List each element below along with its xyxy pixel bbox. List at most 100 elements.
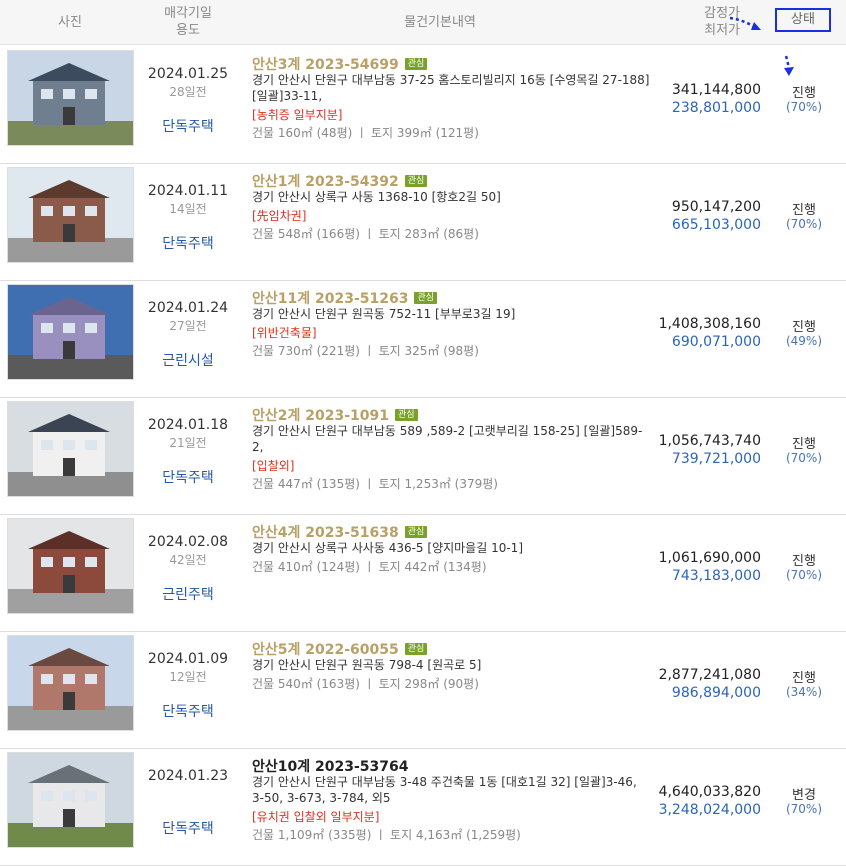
- house-photo-icon: [8, 168, 133, 262]
- interest-tag[interactable]: 관심: [395, 409, 418, 421]
- sale-date: 2024.01.11: [147, 183, 229, 199]
- status-percent: (70%): [785, 451, 823, 465]
- days-remaining: 12일전: [169, 670, 207, 684]
- special-notes: [농취증 일부지분]: [252, 108, 343, 122]
- table-row[interactable]: 2024.01.11 14일전 단독주택 안산1계 2023-54392 관심 경…: [0, 163, 846, 281]
- area-info: 건물 160㎡ (48평) ㅣ 토지 399㎡ (121평): [252, 126, 479, 140]
- case-number[interactable]: 안산10계 2023-53764: [252, 756, 408, 776]
- sale-date: 2024.01.25: [147, 66, 229, 82]
- special-notes: [입찰외]: [252, 459, 295, 473]
- case-number[interactable]: 안산3계 2023-54699 관심: [252, 54, 428, 74]
- days-remaining: 27일전: [169, 319, 207, 333]
- appraisal-price: 950,147,200: [671, 199, 761, 215]
- address: 경기 안산시 상록구 사동 1368-10 [항호2길 50]: [252, 190, 501, 204]
- usage-type[interactable]: 단독주택: [140, 116, 236, 136]
- property-photo[interactable]: [7, 518, 134, 614]
- days-remaining: 28일전: [169, 85, 207, 99]
- case-number[interactable]: 안산5계 2022-60055 관심: [252, 639, 428, 659]
- property-photo[interactable]: [7, 284, 134, 380]
- status-percent: (70%): [785, 802, 823, 816]
- usage-type[interactable]: 근린시설: [140, 350, 236, 370]
- status-percent: (34%): [785, 685, 823, 699]
- address: 경기 안산시 단원구 대부남동 37-25 홈스토리빌리지 16동 [수영목길 …: [252, 73, 650, 103]
- area-info: 건물 1,109㎡ (335평) ㅣ 토지 4,163㎡ (1,259평): [252, 828, 521, 842]
- interest-tag[interactable]: 관심: [404, 643, 428, 655]
- table-row[interactable]: 2024.01.24 27일전 근린시설 안산11계 2023-51263 관심 …: [0, 280, 846, 398]
- usage-type[interactable]: 단독주택: [140, 701, 236, 721]
- table-row[interactable]: 2024.01.23 단독주택 안산10계 2023-53764 경기 안산시 …: [0, 748, 846, 866]
- sale-date: 2024.01.24: [147, 300, 229, 316]
- table-row[interactable]: 2024.01.25 28일전 단독주택 안산3계 2023-54699 관심 경…: [0, 46, 846, 164]
- status-label: 진행: [792, 437, 816, 452]
- case-number[interactable]: 안산11계 2023-51263 관심: [252, 288, 438, 308]
- days-remaining: 14일전: [169, 202, 207, 216]
- case-number[interactable]: 안산4계 2023-51638 관심: [252, 522, 428, 542]
- special-notes: [先임차권]: [252, 209, 307, 223]
- property-photo[interactable]: [7, 167, 134, 263]
- status-label: 진행: [792, 320, 816, 335]
- header-status-sort[interactable]: 상태: [775, 8, 831, 32]
- case-number-text: 안산5계 2022-60055: [252, 642, 399, 658]
- table-row[interactable]: 2024.01.18 21일전 단독주택 안산2계 2023-1091 관심 경기…: [0, 397, 846, 515]
- special-notes: [위반건축물]: [252, 326, 317, 340]
- address: 경기 안산시 단원구 원곡동 798-4 [원곡로 5]: [252, 658, 482, 672]
- status-label: 진행: [792, 86, 816, 101]
- interest-tag[interactable]: 관심: [404, 526, 428, 538]
- area-info: 건물 540㎡ (163평) ㅣ 토지 298㎡ (90평): [252, 677, 479, 691]
- appraisal-price: 2,877,241,080: [658, 667, 761, 683]
- house-photo-icon: [8, 285, 133, 379]
- appraisal-price: 1,408,308,160: [658, 316, 761, 332]
- property-photo[interactable]: [7, 401, 134, 497]
- address: 경기 안산시 단원구 원곡동 752-11 [부부로3길 19]: [252, 307, 516, 321]
- days-remaining: 42일전: [169, 553, 207, 567]
- sale-date: 2024.01.23: [147, 768, 229, 784]
- status-percent: (70%): [785, 568, 823, 582]
- interest-tag[interactable]: 관심: [404, 58, 428, 70]
- case-number-text: 안산11계 2023-51263: [252, 291, 409, 307]
- appraisal-price: 341,144,800: [671, 82, 761, 98]
- house-photo-icon: [8, 636, 133, 730]
- minimum-price: 238,801,000: [671, 100, 761, 116]
- usage-type[interactable]: 근린주택: [140, 584, 236, 604]
- case-number-text: 안산1계 2023-54392: [252, 174, 399, 190]
- minimum-price: 665,103,000: [671, 217, 761, 233]
- table-row[interactable]: 2024.02.08 42일전 근린주택 안산4계 2023-51638 관심 경…: [0, 514, 846, 632]
- table-header: 사진 매각기일 용도 물건기본내역 감정가 최저가 상태: [0, 0, 846, 45]
- dotted-arrow-right-icon: [729, 16, 761, 30]
- sale-date: 2024.01.18: [147, 417, 229, 433]
- case-number-text: 안산10계 2023-53764: [252, 759, 409, 775]
- minimum-price: 743,183,000: [671, 568, 761, 584]
- property-photo[interactable]: [7, 752, 134, 848]
- header-date[interactable]: 매각기일 용도: [150, 5, 226, 39]
- case-number[interactable]: 안산2계 2023-1091 관심: [252, 405, 418, 425]
- status-label: 진행: [792, 554, 816, 569]
- area-info: 건물 447㎡ (135평) ㅣ 토지 1,253㎡ (379평): [252, 477, 498, 491]
- area-info: 건물 410㎡ (124평) ㅣ 토지 442㎡ (134평): [252, 560, 487, 574]
- usage-type[interactable]: 단독주택: [140, 818, 236, 838]
- property-photo[interactable]: [7, 50, 134, 146]
- area-info: 건물 548㎡ (166평) ㅣ 토지 283㎡ (86평): [252, 227, 479, 241]
- case-number-text: 안산2계 2023-1091: [252, 408, 389, 424]
- usage-type[interactable]: 단독주택: [140, 467, 236, 487]
- case-number[interactable]: 안산1계 2023-54392 관심: [252, 171, 428, 191]
- status-percent: (70%): [785, 100, 823, 114]
- interest-tag[interactable]: 관심: [414, 292, 438, 304]
- house-photo-icon: [8, 519, 133, 613]
- case-number-text: 안산3계 2023-54699: [252, 57, 399, 73]
- property-photo[interactable]: [7, 635, 134, 731]
- header-photo: 사진: [58, 15, 82, 30]
- appraisal-price: 1,056,743,740: [658, 433, 761, 449]
- house-photo-icon: [8, 753, 133, 847]
- usage-type[interactable]: 단독주택: [140, 233, 236, 253]
- appraisal-price: 1,061,690,000: [658, 550, 761, 566]
- status-label: 진행: [792, 671, 816, 686]
- sale-date: 2024.02.08: [147, 534, 229, 550]
- status-percent: (49%): [785, 334, 823, 348]
- interest-tag[interactable]: 관심: [404, 175, 428, 187]
- appraisal-price: 4,640,033,820: [658, 784, 761, 800]
- special-notes: [유치권 입찰외 일부지분]: [252, 810, 380, 824]
- days-remaining: 21일전: [169, 436, 207, 450]
- table-row[interactable]: 2024.01.09 12일전 단독주택 안산5계 2022-60055 관심 경…: [0, 631, 846, 749]
- minimum-price: 739,721,000: [671, 451, 761, 467]
- minimum-price: 690,071,000: [671, 334, 761, 350]
